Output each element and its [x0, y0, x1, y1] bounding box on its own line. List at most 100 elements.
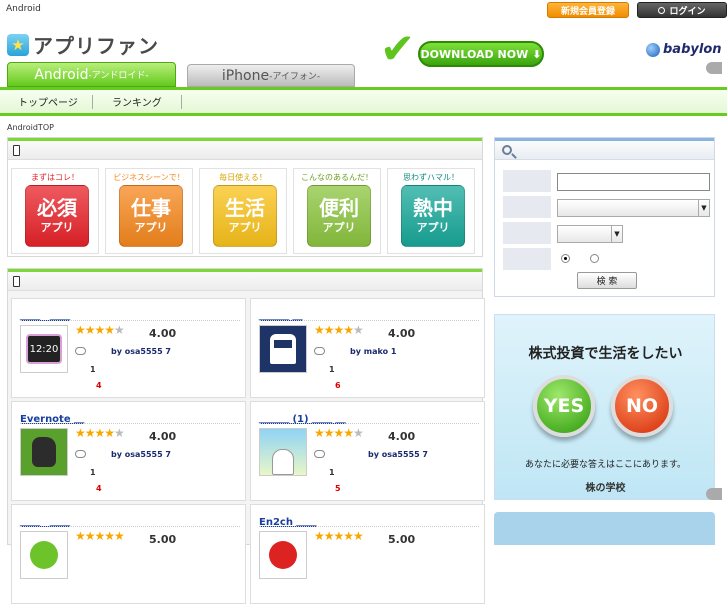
register-button[interactable]: 新規会員登録 — [547, 2, 629, 18]
star-rating: ★★★★★ — [75, 426, 125, 440]
site-logo[interactable]: ★ アプリファン — [7, 30, 159, 59]
star-rating: ★★★★★ — [75, 529, 125, 543]
magnifier-handle — [511, 153, 517, 159]
cartoon-icon[interactable] — [259, 428, 307, 476]
app-card[interactable]: ＿＿＿ (1) ＿＿ ＿ ★★★★★ 4.00 by osa5555 715 — [250, 401, 485, 501]
review-count: 1 — [329, 365, 335, 374]
keyword-input[interactable] — [557, 173, 710, 191]
comment-count: 6 — [335, 381, 341, 390]
rating-score: 4.00 — [388, 430, 416, 443]
rating-score: 5.00 — [388, 533, 416, 546]
tab-iphone[interactable]: iPhone -アイフォン- — [187, 64, 355, 87]
nav-divider — [92, 95, 93, 109]
download-label: DOWNLOAD NOW — [420, 47, 529, 61]
category-button[interactable]: 仕事 アプリ — [119, 185, 183, 247]
dotted-divider — [259, 526, 479, 527]
app-card[interactable]: ＿＿ ＿＿ 12:20 ★★★★★ 4.00 by osa5555 714 — [11, 298, 246, 398]
login-icon — [658, 6, 666, 14]
search-panel: ▼ ▼ 検 索 — [494, 137, 715, 297]
en2ch-icon[interactable] — [259, 531, 307, 579]
bird-icon[interactable] — [20, 531, 68, 579]
app-card[interactable]: ＿＿ ＿＿ ★★★★★ 5.00 — [11, 504, 246, 604]
register-label: 新規会員登録 — [560, 6, 615, 17]
category-name: 必須 — [37, 196, 77, 220]
category-tile[interactable]: 毎日使える！ 生活 アプリ — [199, 168, 287, 254]
category-button[interactable]: 便利 アプリ — [307, 185, 371, 247]
rating-score: 4.00 — [149, 430, 177, 443]
category-sub: アプリ — [228, 221, 262, 234]
category-button[interactable]: 熱中 アプリ — [401, 185, 465, 247]
download-now-button[interactable]: DOWNLOAD NOW ⬇ — [418, 41, 544, 67]
search-panel-header — [495, 138, 714, 160]
main-nav: トップページ ランキング — [0, 87, 727, 116]
rating-score: 4.00 — [388, 327, 416, 340]
category-tile[interactable]: 思わずハマル！ 熱中 アプリ — [387, 168, 475, 254]
tab-android-label: Android — [34, 66, 89, 83]
category-sub: アプリ — [134, 221, 168, 234]
review-author[interactable]: by mako 1 — [350, 347, 396, 356]
checkmark-icon: ✔ — [380, 24, 416, 73]
globe-icon — [646, 42, 660, 57]
stock-ad-banner[interactable]: 株式投資で生活をしたい YES NO あなたに必要な答えはここにあります。 株の… — [494, 314, 715, 500]
ad-info-icon[interactable] — [706, 488, 722, 500]
search-label-sort — [503, 222, 551, 244]
radio-option-1[interactable] — [561, 254, 570, 263]
tab-android-sub: -アンドロイド- — [88, 71, 149, 81]
category-tagline: こんなのあるんだ！ — [301, 173, 373, 182]
ad-logo: 株の学校 — [585, 483, 626, 494]
category-sub: アプリ — [322, 221, 356, 234]
category-tagline: ビジネスシーンで！ — [113, 173, 185, 182]
evernote-icon[interactable] — [20, 428, 68, 476]
ad-no-button[interactable]: NO — [611, 375, 673, 437]
sort-select[interactable]: ▼ — [557, 225, 623, 243]
login-button[interactable]: ログイン — [637, 2, 727, 18]
review-author[interactable]: by osa5555 7 — [111, 450, 171, 459]
category-button[interactable]: 必須 アプリ — [25, 185, 89, 247]
category-button[interactable]: 生活 アプリ — [213, 185, 277, 247]
right-sidebar-box — [494, 512, 715, 545]
nav-item-top[interactable]: トップページ — [18, 90, 78, 113]
app-card[interactable]: En2ch ＿＿ ★★★★★ 5.00 — [250, 504, 485, 604]
tab-iphone-sub: -アイフォン- — [269, 72, 321, 82]
category-panel: まずはコレ！ 必須 アプリ ビジネスシーンで！ 仕事 アプリ 毎日使える！ 生活 アプリ こんなの… — [7, 137, 483, 257]
nav-item-ranking[interactable]: ランキング — [112, 90, 162, 113]
babylon-ad-logo[interactable]: babylon — [646, 42, 722, 57]
comment-icon — [75, 347, 86, 355]
site-label: Android — [6, 4, 41, 14]
dotted-divider — [20, 526, 240, 527]
search-button[interactable]: 検 索 — [577, 272, 637, 289]
category-sub: アプリ — [40, 221, 74, 234]
review-author[interactable]: by osa5555 7 — [368, 450, 428, 459]
comment-icon — [314, 450, 325, 458]
app-card[interactable]: ＿＿＿ ＿ ★★★★★ 4.00 by mako 116 — [250, 298, 485, 398]
category-name: 熱中 — [413, 196, 453, 220]
download-arrow-icon: ⬇ — [532, 47, 542, 61]
category-name: 生活 — [225, 196, 265, 220]
app-card[interactable]: Evernote ＿ ★★★★★ 4.00 by osa5555 714 — [11, 401, 246, 501]
category-select[interactable]: ▼ — [557, 199, 710, 217]
category-tile[interactable]: こんなのあるんだ！ 便利 アプリ — [293, 168, 381, 254]
dotted-divider — [20, 320, 240, 321]
category-tile[interactable]: まずはコレ！ 必須 アプリ — [11, 168, 99, 254]
review-author[interactable]: by osa5555 7 — [111, 347, 171, 356]
star-rating: ★★★★★ — [314, 323, 364, 337]
review-count: 1 — [90, 468, 96, 477]
radio-option-2[interactable] — [590, 254, 599, 263]
rating-score: 4.00 — [149, 327, 177, 340]
category-name: 便利 — [319, 196, 359, 220]
tab-android[interactable]: Android -アンドロイド- — [7, 62, 176, 87]
comment-count: 5 — [335, 484, 341, 493]
chevron-down-icon: ▼ — [611, 226, 622, 242]
breadcrumb[interactable]: AndroidTOP — [7, 123, 54, 132]
category-tile[interactable]: ビジネスシーンで！ 仕事 アプリ — [105, 168, 193, 254]
comment-count: 4 — [96, 484, 102, 493]
ad-yes-button[interactable]: YES — [533, 375, 595, 437]
category-sub: アプリ — [416, 221, 450, 234]
clock-icon[interactable]: 12:20 — [20, 325, 68, 373]
train-icon[interactable] — [259, 325, 307, 373]
comment-count: 4 — [96, 381, 102, 390]
star-rating: ★★★★★ — [314, 529, 364, 543]
babylon-label: babylon — [663, 42, 722, 57]
ad-info-icon[interactable] — [706, 62, 722, 74]
search-label-category — [503, 196, 551, 218]
